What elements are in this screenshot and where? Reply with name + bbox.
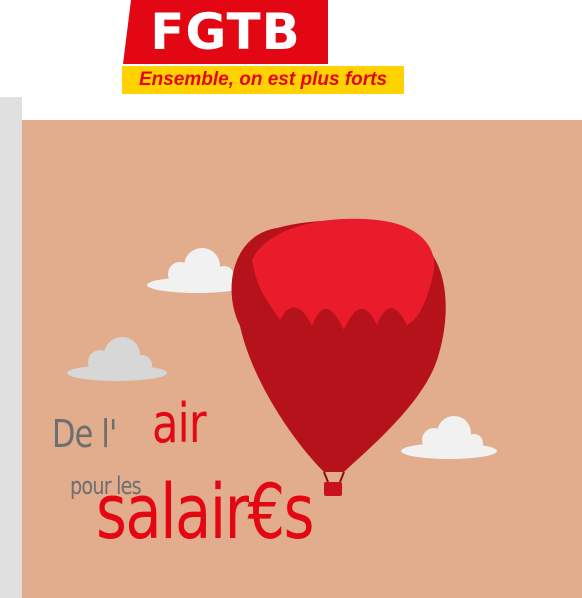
left-gray-strip: [0, 97, 22, 598]
cloud-icon: [67, 337, 167, 381]
headline-de: De l': [52, 412, 117, 456]
poster-headline: De l' air pour les salair€s: [52, 392, 392, 572]
logo-text: FGTB: [150, 3, 301, 61]
slogan-banner: Ensemble, on est plus forts: [122, 66, 404, 94]
cloud-icon: [401, 416, 497, 459]
fgtb-logo: FGTB: [123, 0, 328, 64]
slogan-text: Ensemble, on est plus forts: [138, 69, 388, 90]
headline-salaires: salair€s: [96, 467, 315, 556]
headline-air: air: [152, 392, 207, 455]
